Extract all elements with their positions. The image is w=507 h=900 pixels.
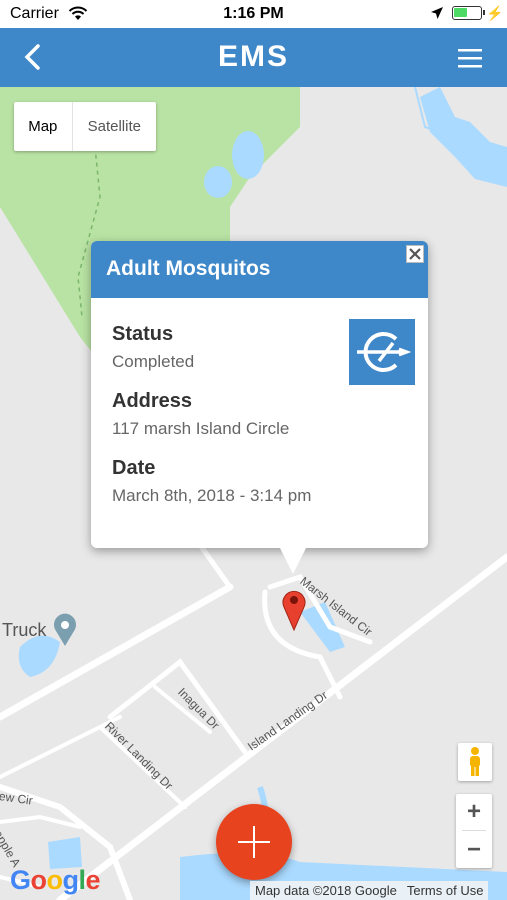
popup-header: Adult Mosquitos bbox=[91, 241, 428, 298]
zoom-in-button[interactable]: + bbox=[456, 794, 492, 830]
service-logo-icon bbox=[349, 319, 415, 385]
battery-fill bbox=[454, 8, 467, 17]
address-value: 117 marsh Island Circle bbox=[112, 419, 290, 438]
zoom-control: + − bbox=[456, 794, 492, 868]
info-popup: Adult Mosquitos Status Completed Address… bbox=[91, 241, 428, 574]
nav-bar: EMS bbox=[0, 28, 507, 87]
close-x-icon bbox=[409, 248, 421, 260]
popup-tail bbox=[279, 546, 307, 574]
zoom-out-button[interactable]: − bbox=[456, 832, 492, 868]
map-view[interactable]: Map Satellite Marsh Island Cir Island La… bbox=[0, 87, 507, 900]
google-logo[interactable]: Google bbox=[10, 865, 101, 896]
map-type-satellite-button[interactable]: Satellite bbox=[73, 102, 156, 151]
address-label: Address bbox=[112, 390, 193, 412]
app-title: EMS bbox=[217, 40, 289, 73]
map-data-credit[interactable]: Map data ©2018 Google bbox=[250, 881, 402, 900]
date-label: Date bbox=[112, 457, 156, 479]
plus-icon-vertical bbox=[253, 826, 255, 858]
close-icon[interactable] bbox=[406, 245, 424, 263]
date-value: March 8th, 2018 - 3:14 pm bbox=[112, 486, 312, 505]
zoom-divider bbox=[462, 830, 486, 831]
map-attribution: Map data ©2018 Google Terms of Use bbox=[250, 881, 489, 900]
charging-bolt-icon: ⚡ bbox=[486, 5, 504, 21]
logo-mark-icon bbox=[357, 332, 412, 372]
terms-of-use-link[interactable]: Terms of Use bbox=[402, 881, 489, 900]
location-marker-icon[interactable] bbox=[281, 587, 307, 631]
street-view-pegman-icon[interactable] bbox=[458, 743, 492, 781]
popup-title: Adult Mosquitos bbox=[106, 257, 271, 280]
poi-pin-icon[interactable] bbox=[52, 613, 78, 647]
poi-label[interactable]: Truck bbox=[2, 620, 46, 641]
battery-nub bbox=[483, 10, 485, 15]
pegman-figure-icon bbox=[470, 747, 480, 776]
location-arrow-icon bbox=[431, 7, 443, 19]
battery-icon bbox=[452, 6, 485, 20]
map-type-map-button[interactable]: Map bbox=[14, 102, 73, 151]
status-value: Completed bbox=[112, 352, 195, 371]
add-button[interactable] bbox=[216, 804, 292, 880]
status-label: Status bbox=[112, 323, 174, 345]
status-bar: Carrier 1:16 PM ⚡ bbox=[0, 0, 507, 28]
hamburger-menu-icon[interactable] bbox=[456, 46, 484, 70]
map-type-control: Map Satellite bbox=[14, 102, 156, 151]
